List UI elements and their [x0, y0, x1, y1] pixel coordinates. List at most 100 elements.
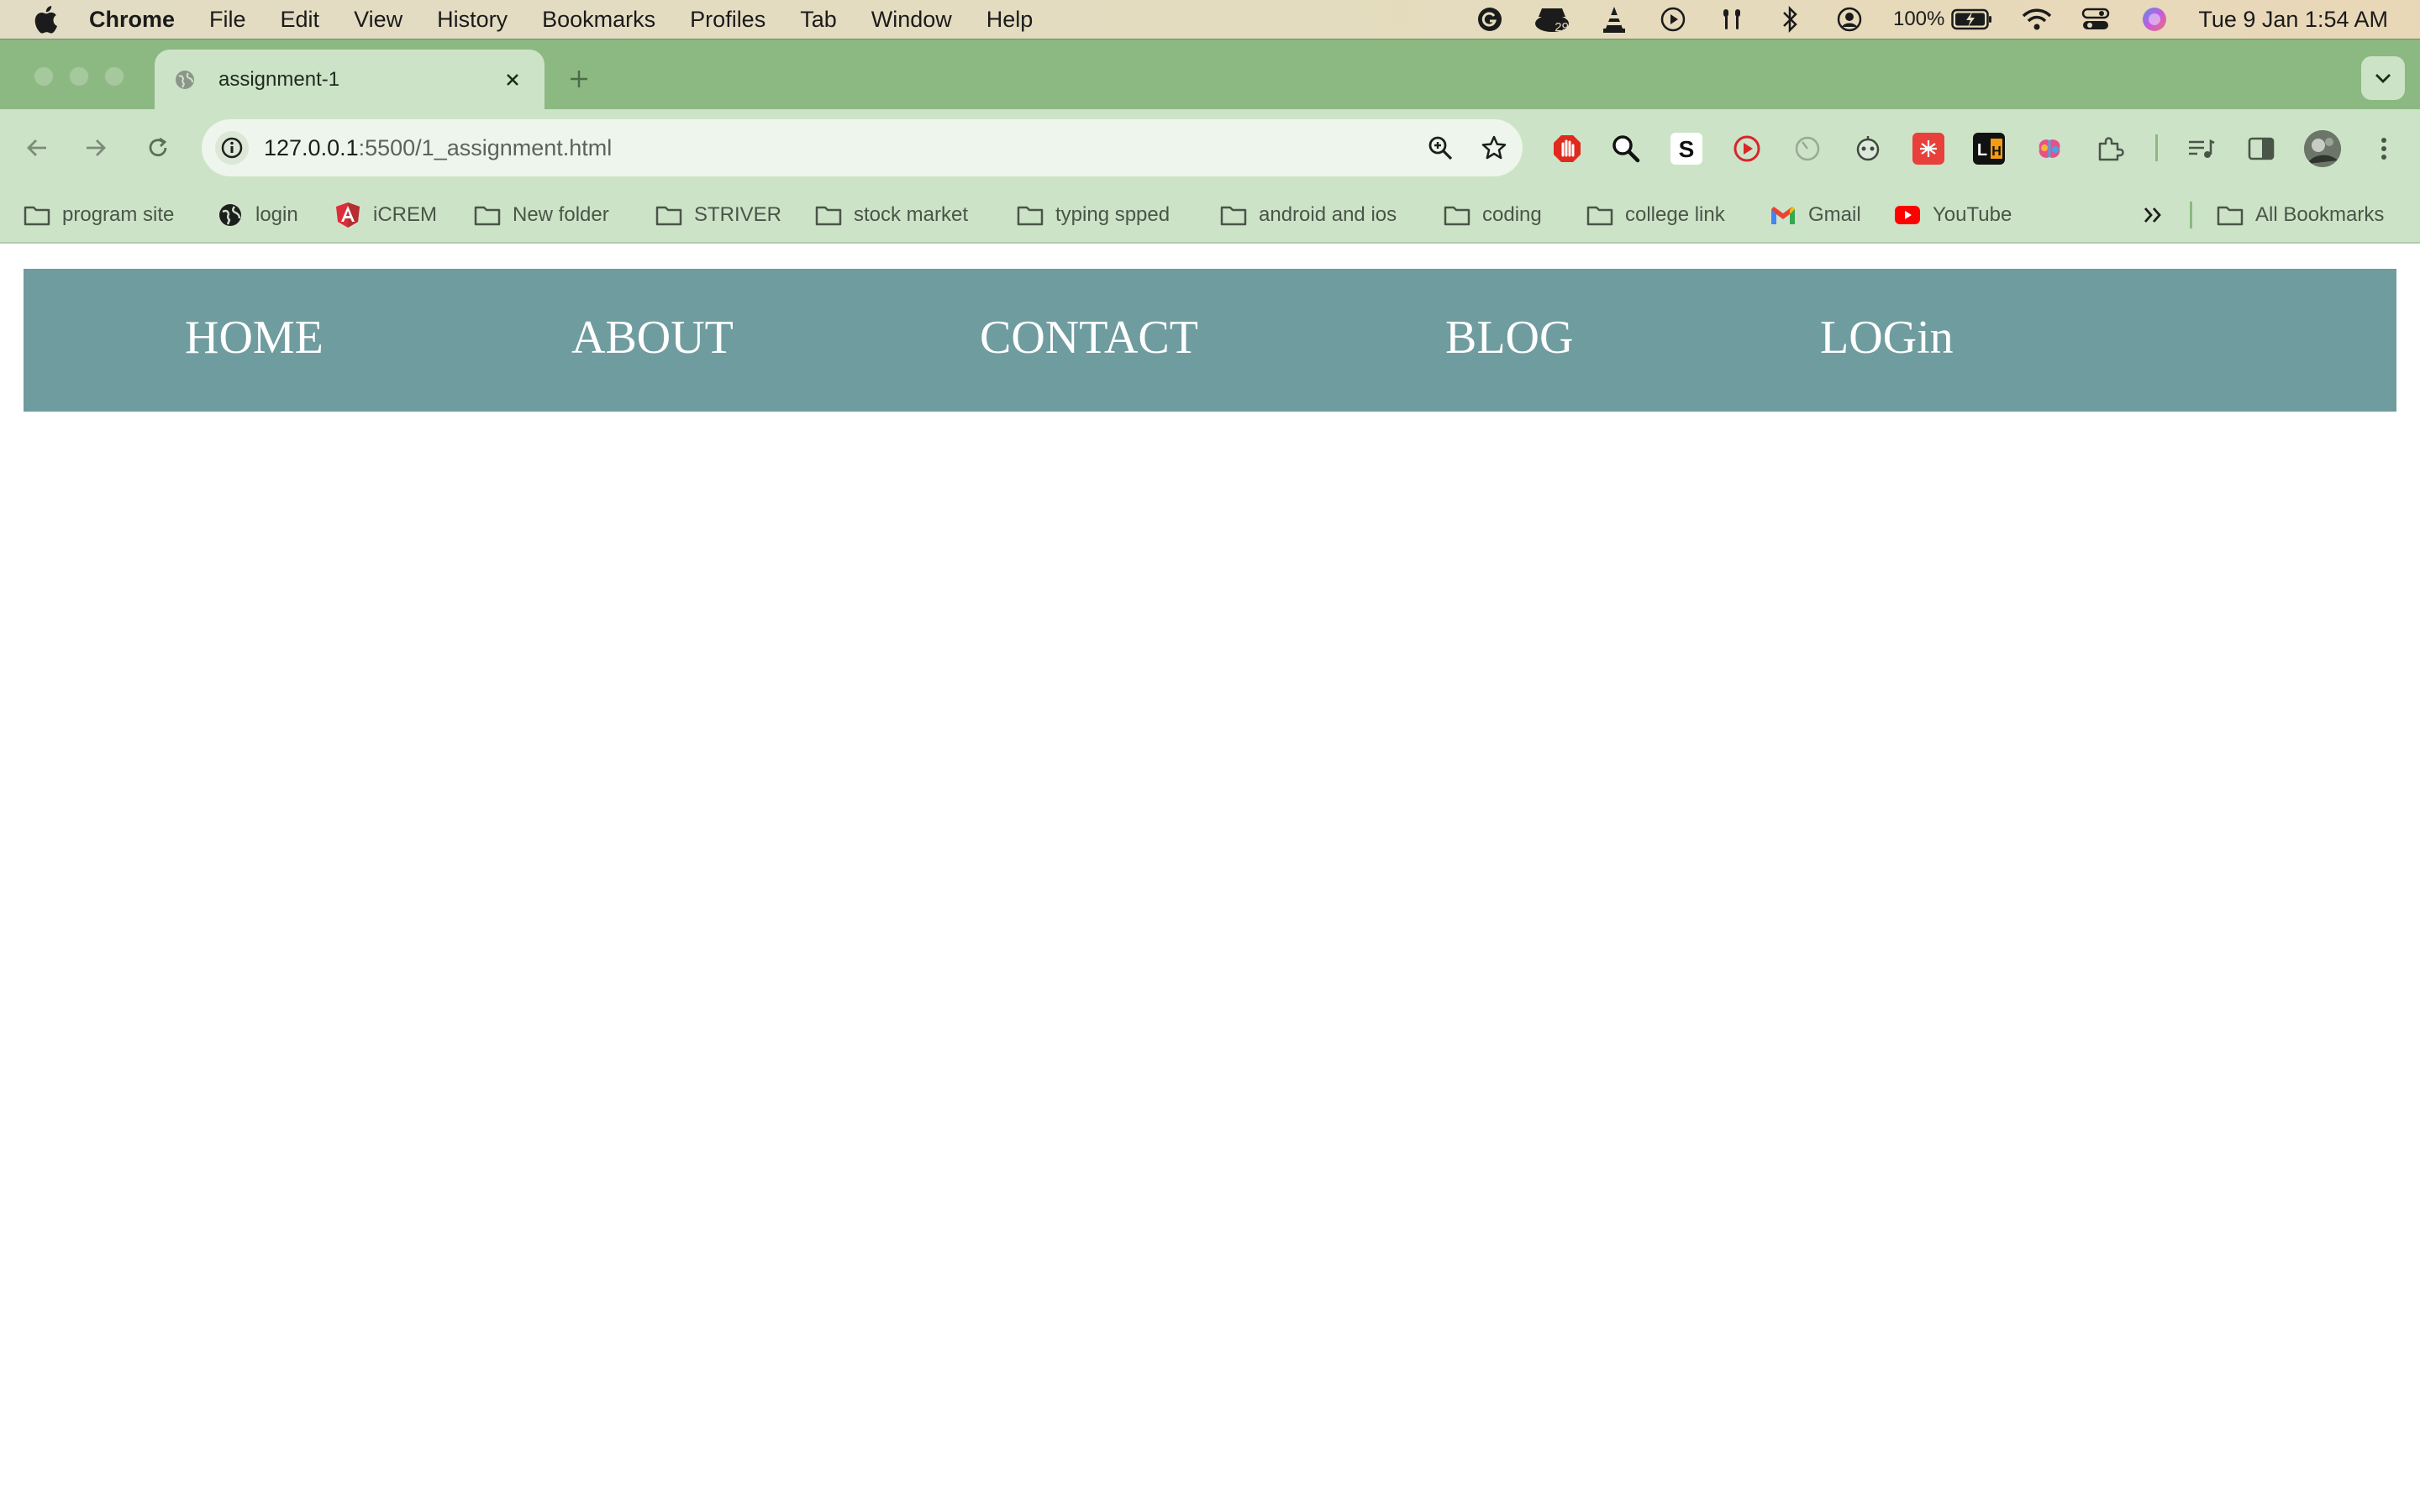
- bookmark-icrem[interactable]: iCREM: [334, 198, 437, 232]
- bookmark-star-icon[interactable]: [1479, 133, 1509, 163]
- battery-charging-icon[interactable]: [1951, 4, 1993, 34]
- timer-extension-icon[interactable]: [1791, 133, 1823, 165]
- tab-assignment-1[interactable]: assignment-1: [155, 50, 544, 110]
- angular-logo-icon: [334, 202, 361, 228]
- youtube-icon: [1894, 202, 1921, 228]
- menu-history[interactable]: History: [437, 7, 508, 33]
- bookmark-folder-program-site[interactable]: program site: [24, 198, 174, 232]
- svg-text:S: S: [1679, 136, 1695, 162]
- bookmark-login[interactable]: login: [217, 198, 298, 232]
- media-controls-icon[interactable]: [2185, 133, 2217, 165]
- folder-icon: [474, 202, 501, 228]
- url-path: :5500/1_assignment.html: [358, 134, 613, 160]
- calendar-extension-icon[interactable]: [1912, 133, 1944, 165]
- site-navigation-bar: HOME ABOUT CONTACT BLOG LOGin: [24, 269, 2396, 412]
- nav-link-contact[interactable]: CONTACT: [980, 311, 1198, 365]
- bookmark-folder-new-folder[interactable]: New folder: [474, 198, 609, 232]
- search-extension-icon[interactable]: [1610, 133, 1642, 165]
- folder-icon: [1017, 202, 1044, 228]
- adblock-extension-icon[interactable]: [1551, 133, 1583, 165]
- brain-extension-icon[interactable]: [2033, 133, 2065, 165]
- menu-edit[interactable]: Edit: [281, 7, 320, 33]
- nav-link-blog[interactable]: BLOG: [1445, 311, 1573, 365]
- window-controls: [34, 66, 124, 87]
- tab-search-button[interactable]: [2361, 56, 2405, 100]
- folder-icon: [2217, 202, 2244, 228]
- menu-tab[interactable]: Tab: [800, 7, 837, 33]
- bookmark-folder-college-link[interactable]: college link: [1586, 198, 1725, 232]
- new-tab-button[interactable]: [561, 61, 597, 97]
- folder-icon: [815, 202, 842, 228]
- url-host: 127.0.0.1: [264, 134, 359, 160]
- lighthouse-extension-icon[interactable]: LH: [1973, 133, 2005, 165]
- incognito-badge-icon[interactable]: 29: [1534, 4, 1570, 34]
- tab-close-icon[interactable]: [499, 66, 526, 93]
- folder-icon: [1586, 202, 1613, 228]
- all-bookmarks-button[interactable]: All Bookmarks: [2217, 198, 2384, 232]
- double-chevron-right-icon: [2139, 202, 2166, 228]
- window-minimize-button[interactable]: [69, 66, 89, 87]
- bookmark-youtube[interactable]: YouTube: [1894, 198, 2012, 232]
- profile-avatar[interactable]: [2304, 130, 2341, 167]
- bookmark-label: login: [255, 203, 298, 226]
- address-url[interactable]: 127.0.0.1:5500/1_assignment.html: [264, 135, 612, 161]
- bookmark-folder-striver[interactable]: STRIVER: [655, 198, 781, 232]
- bookmark-label: college link: [1625, 203, 1725, 226]
- macos-menu-bar: Chrome File Edit View History Bookmarks …: [0, 0, 2420, 39]
- tab-strip: assignment-1: [0, 39, 2420, 110]
- grammarly-icon[interactable]: [1475, 4, 1505, 34]
- bookmark-folder-android-and-ios[interactable]: android and ios: [1220, 198, 1397, 232]
- address-bar[interactable]: 127.0.0.1:5500/1_assignment.html: [202, 119, 1523, 176]
- window-close-button[interactable]: [34, 66, 54, 87]
- s-extension-icon[interactable]: S: [1670, 133, 1702, 165]
- apple-logo-icon[interactable]: [30, 4, 60, 34]
- nav-link-login[interactable]: LOGin: [1820, 311, 1954, 365]
- chevron-down-icon: [2375, 74, 2391, 83]
- reload-button[interactable]: [138, 128, 178, 168]
- reload-icon: [149, 137, 167, 157]
- menu-bookmarks[interactable]: Bookmarks: [542, 7, 655, 33]
- all-bookmarks-label: All Bookmarks: [2255, 203, 2385, 226]
- back-button[interactable]: [17, 128, 57, 168]
- forward-button[interactable]: [76, 128, 116, 168]
- side-panel-icon[interactable]: [2245, 133, 2277, 165]
- folder-icon: [1220, 202, 1247, 228]
- bookmark-label: android and ios: [1259, 203, 1397, 226]
- menubar-clock[interactable]: Tue 9 Jan 1:54 AM: [2198, 7, 2388, 33]
- window-zoom-button[interactable]: [104, 66, 124, 87]
- bookmark-gmail[interactable]: Gmail: [1770, 198, 1861, 232]
- battery-percentage: 100%: [1892, 8, 1945, 30]
- wifi-icon[interactable]: [2022, 4, 2052, 34]
- menu-help[interactable]: Help: [986, 7, 1034, 33]
- siri-icon[interactable]: [2139, 4, 2170, 34]
- vlc-cone-icon[interactable]: [1599, 4, 1629, 34]
- screen-recorder-extension-icon[interactable]: [1731, 133, 1763, 165]
- nav-link-about[interactable]: ABOUT: [571, 311, 734, 365]
- play-circle-icon[interactable]: [1658, 4, 1688, 34]
- bookmark-folder-stock-market[interactable]: stock market: [815, 198, 968, 232]
- bookmark-folder-typing-spped[interactable]: typing spped: [1017, 198, 1170, 232]
- page-viewport: HOME ABOUT CONTACT BLOG LOGin: [0, 244, 2420, 1512]
- svg-text:H: H: [1991, 144, 2002, 159]
- incognito-badge-count: 29: [1555, 20, 1569, 34]
- bookmark-folder-coding[interactable]: coding: [1444, 198, 1542, 232]
- kebab-menu-icon[interactable]: [2368, 133, 2400, 165]
- nav-link-home[interactable]: HOME: [185, 311, 324, 365]
- user-account-icon[interactable]: [1834, 4, 1865, 34]
- menu-window[interactable]: Window: [871, 7, 952, 33]
- robot-extension-icon[interactable]: [1852, 133, 1884, 165]
- arrow-right-icon: [87, 139, 106, 156]
- control-center-icon[interactable]: [2081, 4, 2111, 34]
- bookmarks-overflow-button[interactable]: [2139, 198, 2178, 232]
- menu-file[interactable]: File: [209, 7, 246, 33]
- menu-view[interactable]: View: [354, 7, 402, 33]
- menu-app-name[interactable]: Chrome: [89, 7, 175, 33]
- bookmark-label: program site: [62, 203, 175, 226]
- site-info-icon[interactable]: [215, 131, 249, 165]
- menu-profiles[interactable]: Profiles: [690, 7, 765, 33]
- bluetooth-icon[interactable]: [1776, 4, 1806, 34]
- extensions-puzzle-icon[interactable]: [2094, 133, 2126, 165]
- airpods-icon[interactable]: [1717, 4, 1747, 34]
- bookmarks-separator: [2190, 202, 2192, 228]
- zoom-icon[interactable]: [1425, 133, 1455, 163]
